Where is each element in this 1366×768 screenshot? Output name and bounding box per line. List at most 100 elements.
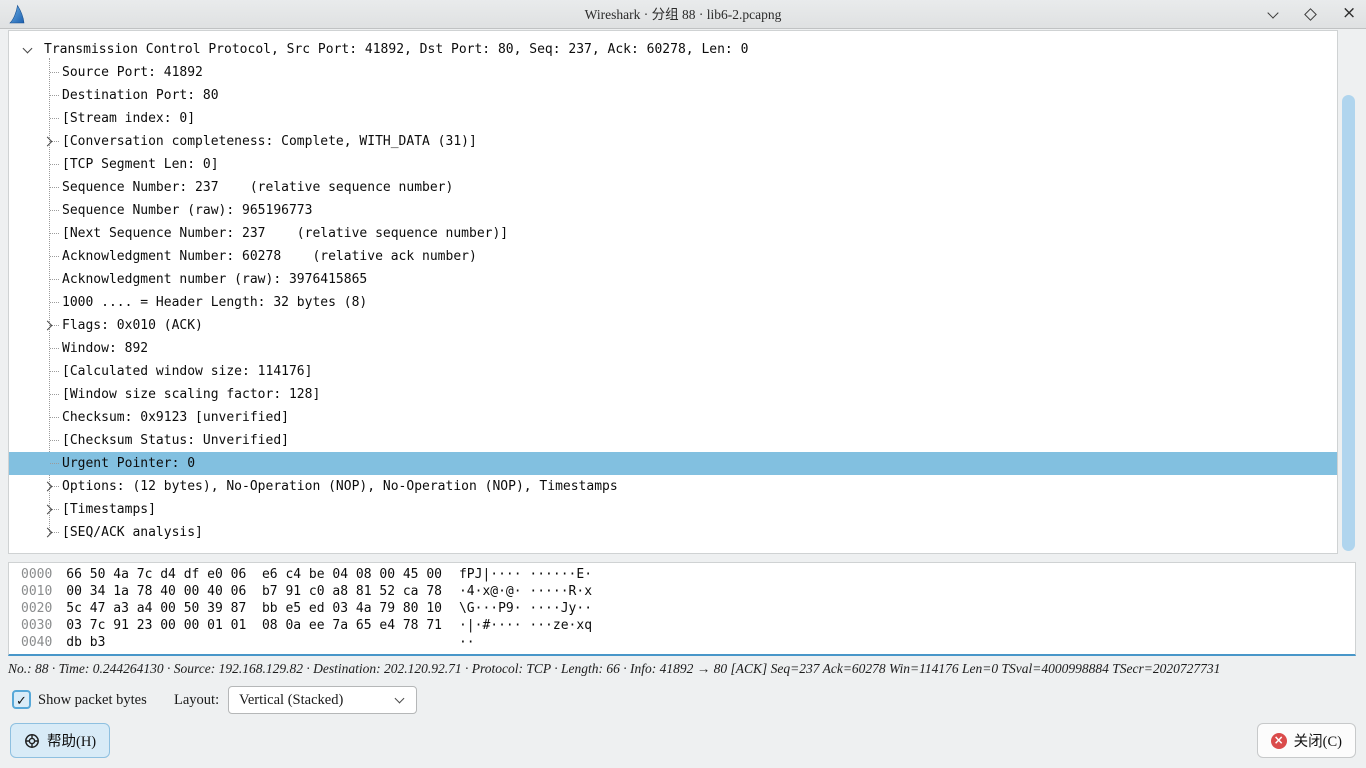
help-button-label: 帮助(H) [47,730,96,751]
hex-bytes: 00 34 1a 78 40 00 40 06 b7 91 c0 a8 81 5… [66,583,442,600]
tree-branch-tick [50,348,59,349]
hex-bytes: db b3 [66,634,442,651]
tree-row-text: Acknowledgment Number: 60278 (relative a… [9,245,1337,268]
tree-row-text: Urgent Pointer: 0 [9,452,1337,475]
tree-row-text: Options: (12 bytes), No-Operation (NOP),… [9,475,1337,498]
tree-scrollbar-thumb[interactable] [1342,95,1355,551]
tree-row-text: Destination Port: 80 [9,84,1337,107]
tree-row[interactable]: [Calculated window size: 114176] [9,360,1337,383]
tree-branch-tick [50,164,59,165]
tree-row-text: 1000 .... = Header Length: 32 bytes (8) [9,291,1337,314]
tree-branch-tick [50,187,59,188]
tree-row[interactable]: Acknowledgment Number: 60278 (relative a… [9,245,1337,268]
help-lifebuoy-icon [24,733,40,749]
tree-row[interactable]: Checksum: 0x9123 [unverified] [9,406,1337,429]
tree-row[interactable]: [TCP Segment Len: 0] [9,153,1337,176]
tree-row-text: [Window size scaling factor: 128] [9,383,1337,406]
tree-branch-tick [50,440,59,441]
hex-offset: 0010 [21,583,52,600]
tree-branch-tick [50,72,59,73]
packet-detail-tree: Transmission Control Protocol, Src Port:… [8,30,1338,554]
tree-branch-tick [50,463,59,464]
hex-offset: 0030 [21,617,52,634]
tree-row[interactable]: Destination Port: 80 [9,84,1337,107]
hex-bytes: 66 50 4a 7c d4 df e0 06 e6 c4 be 04 08 0… [66,566,442,583]
hex-offset: 0040 [21,634,52,651]
controls-row: ✓ Show packet bytes Layout: Vertical (St… [0,686,1366,714]
hex-row[interactable]: 0010 00 34 1a 78 40 00 40 06 b7 91 c0 a8 … [21,583,1355,600]
hex-ascii: \G···P9· ····Jy·· [459,600,592,617]
tree-row-text: Window: 892 [9,337,1337,360]
maximize-icon[interactable] [1304,8,1318,22]
show-packet-bytes-checkbox[interactable]: ✓ [12,690,31,709]
packet-detail-window: Wireshark · 分组 88 · lib6-2.pcapng × Tran… [0,0,1366,768]
tree-row[interactable]: Flags: 0x010 (ACK) [9,314,1337,337]
help-button[interactable]: 帮助(H) [10,723,110,758]
checkmark-icon: ✓ [16,694,27,709]
hex-bytes: 5c 47 a3 a4 00 50 39 87 bb e5 ed 03 4a 7… [66,600,442,617]
tree-row-text: Transmission Control Protocol, Src Port:… [9,38,1337,61]
tree-row-text: [Stream index: 0] [9,107,1337,130]
window-title: Wireshark · 分组 88 · lib6-2.pcapng [0,0,1366,29]
tree-row[interactable]: [SEQ/ACK analysis] [9,521,1337,544]
layout-label: Layout: [174,686,219,714]
tree-row-text: [TCP Segment Len: 0] [9,153,1337,176]
tree-row[interactable]: [Next Sequence Number: 237 (relative seq… [9,222,1337,245]
hex-bytes: 03 7c 91 23 00 00 01 01 08 0a ee 7a 65 e… [66,617,442,634]
tree-row-text: [Calculated window size: 114176] [9,360,1337,383]
tree-row[interactable]: [Stream index: 0] [9,107,1337,130]
layout-dropdown-value: Vertical (Stacked) [239,692,343,708]
tree-row[interactable]: Options: (12 bytes), No-Operation (NOP),… [9,475,1337,498]
tree-row-text: Sequence Number: 237 (relative sequence … [9,176,1337,199]
tree-row-text: [Timestamps] [9,498,1337,521]
hex-offset: 0000 [21,566,52,583]
tree-row[interactable]: Window: 892 [9,337,1337,360]
hex-row[interactable]: 0000 66 50 4a 7c d4 df e0 06 e6 c4 be 04 … [21,566,1355,583]
tree-row-text: Acknowledgment number (raw): 3976415865 [9,268,1337,291]
titlebar: Wireshark · 分组 88 · lib6-2.pcapng × [0,0,1366,29]
tree-branch-tick [50,95,59,96]
tree-row[interactable]: Sequence Number (raw): 965196773 [9,199,1337,222]
tree-row-text: [Next Sequence Number: 237 (relative seq… [9,222,1337,245]
packet-summary-status: No.: 88 · Time: 0.244264130 · Source: 19… [8,661,1358,679]
tree-branch-tick [50,417,59,418]
hex-offset: 0020 [21,600,52,617]
tree-row[interactable]: [Conversation completeness: Complete, WI… [9,130,1337,153]
hex-ascii: fPJ|···· ······E· [459,566,592,583]
tree-scrollbar-track[interactable] [1339,30,1358,554]
tree-branch-tick [50,302,59,303]
tree-row[interactable]: Sequence Number: 237 (relative sequence … [9,176,1337,199]
tree-row[interactable]: Source Port: 41892 [9,61,1337,84]
tree-branch-tick [50,394,59,395]
tree-row[interactable]: Urgent Pointer: 0 [9,452,1337,475]
close-x-icon: × [1271,733,1287,749]
tree-row[interactable]: [Window size scaling factor: 128] [9,383,1337,406]
tree-branch-tick [50,233,59,234]
tree-row[interactable]: Transmission Control Protocol, Src Port:… [9,38,1337,61]
tree-row-text: [SEQ/ACK analysis] [9,521,1337,544]
hex-row[interactable]: 0030 03 7c 91 23 00 00 01 01 08 0a ee 7a … [21,617,1355,634]
close-button[interactable]: × 关闭(C) [1257,723,1356,758]
chevron-down-icon [395,694,405,704]
packet-bytes-pane: 0000 66 50 4a 7c d4 df e0 06 e6 c4 be 04 … [8,562,1356,656]
hex-row[interactable]: 0020 5c 47 a3 a4 00 50 39 87 bb e5 ed 03 … [21,600,1355,617]
tree-row-text: [Conversation completeness: Complete, WI… [9,130,1337,153]
tree-row[interactable]: [Timestamps] [9,498,1337,521]
tree-row-text: Flags: 0x010 (ACK) [9,314,1337,337]
tree-row[interactable]: Acknowledgment number (raw): 3976415865 [9,268,1337,291]
hex-ascii: ·|·#···· ···ze·xq [459,617,592,634]
close-button-label: 关闭(C) [1294,730,1342,751]
tree-row-text: Checksum: 0x9123 [unverified] [9,406,1337,429]
window-controls: × [1266,0,1356,29]
tree-branch-tick [50,210,59,211]
tree-branch-tick [50,279,59,280]
hex-row[interactable]: 0040db b3·· [21,634,1355,651]
tree-row-text: Source Port: 41892 [9,61,1337,84]
hex-ascii: ·4·x@·@· ·····R·x [459,583,592,600]
layout-dropdown[interactable]: Vertical (Stacked) [228,686,417,714]
tree-row[interactable]: [Checksum Status: Unverified] [9,429,1337,452]
minimize-icon[interactable] [1266,8,1280,22]
close-window-icon[interactable]: × [1342,8,1356,22]
tree-row[interactable]: 1000 .... = Header Length: 32 bytes (8) [9,291,1337,314]
tree-branch-tick [50,256,59,257]
